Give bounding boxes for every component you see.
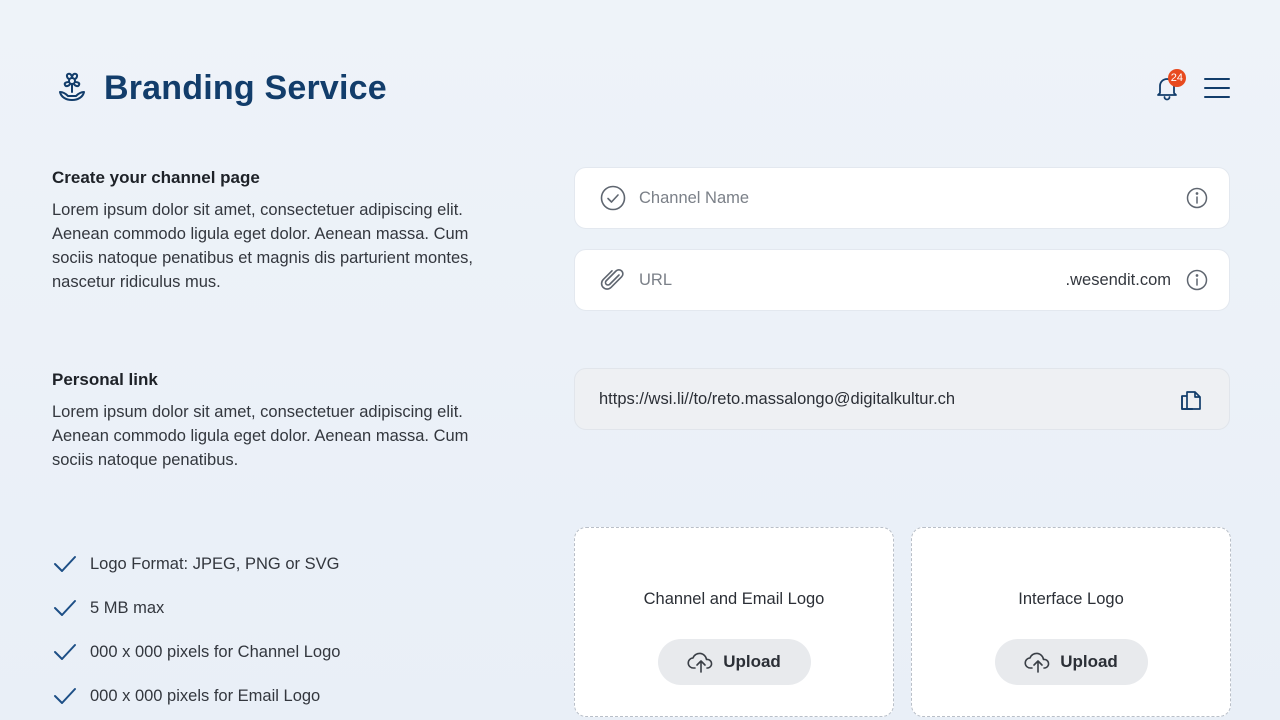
upload-label: Channel and Email Logo	[643, 590, 825, 608]
info-icon[interactable]	[1185, 268, 1209, 292]
upload-button[interactable]: Upload	[994, 639, 1148, 685]
channel-name-input[interactable]	[639, 188, 1185, 208]
page-title: Branding Service	[104, 68, 387, 107]
url-suffix: .wesendit.com	[1065, 270, 1171, 289]
header-actions: 24	[1150, 69, 1232, 105]
checkmark-icon	[52, 683, 78, 709]
copy-icon	[1181, 391, 1201, 410]
requirements-list: Logo Format: JPEG, PNG or SVG 5 MB max 0…	[52, 542, 340, 718]
list-item: 5 MB max	[52, 586, 340, 630]
channel-email-logo-dropzone[interactable]: Channel and Email Logo Upload	[574, 527, 894, 717]
requirement-text: 000 x 000 pixels for Channel Logo	[90, 642, 341, 661]
url-input[interactable]	[639, 270, 1066, 290]
channel-section-title: Create your channel page	[52, 168, 260, 187]
hamburger-icon	[1204, 78, 1230, 98]
checkmark-icon	[52, 551, 78, 577]
list-item: 000 x 000 pixels for Email Logo	[52, 674, 340, 718]
personal-section-text: Lorem ipsum dolor sit amet, consectetuer…	[52, 403, 469, 469]
header: Branding Service 24	[52, 64, 1232, 112]
interface-logo-dropzone[interactable]: Interface Logo Upload	[911, 527, 1231, 717]
cloud-upload-icon	[1024, 652, 1050, 673]
upload-button-label: Upload	[723, 652, 781, 671]
upload-label: Interface Logo	[1018, 590, 1124, 608]
channel-name-field	[574, 167, 1230, 229]
upload-button-label: Upload	[1060, 652, 1118, 671]
personal-section-title: Personal link	[52, 370, 158, 389]
list-item: 000 x 000 pixels for Channel Logo	[52, 630, 340, 674]
notifications-button[interactable]: 24	[1150, 69, 1186, 105]
personal-link-box: https://wsi.li//to/reto.massalongo@digit…	[574, 368, 1230, 430]
personal-link-text: https://wsi.li//to/reto.massalongo@digit…	[599, 389, 956, 408]
notification-badge: 24	[1167, 69, 1186, 87]
paperclip-icon	[599, 266, 627, 294]
channel-section-text: Lorem ipsum dolor sit amet, consectetuer…	[52, 201, 473, 291]
flower-hand-icon	[52, 68, 92, 108]
requirement-text: 5 MB max	[90, 598, 165, 617]
requirement-text: Logo Format: JPEG, PNG or SVG	[90, 554, 340, 573]
list-item: Logo Format: JPEG, PNG or SVG	[52, 542, 340, 586]
upload-button[interactable]: Upload	[657, 639, 811, 685]
url-field: .wesendit.com	[574, 249, 1230, 311]
menu-button[interactable]	[1202, 73, 1232, 103]
copy-button[interactable]	[1177, 385, 1205, 413]
checkmark-icon	[52, 595, 78, 621]
requirement-text: 000 x 000 pixels for Email Logo	[90, 686, 321, 705]
check-circle-icon	[599, 184, 627, 212]
cloud-upload-icon	[687, 652, 713, 673]
checkmark-icon	[52, 639, 78, 665]
info-icon[interactable]	[1185, 186, 1209, 210]
